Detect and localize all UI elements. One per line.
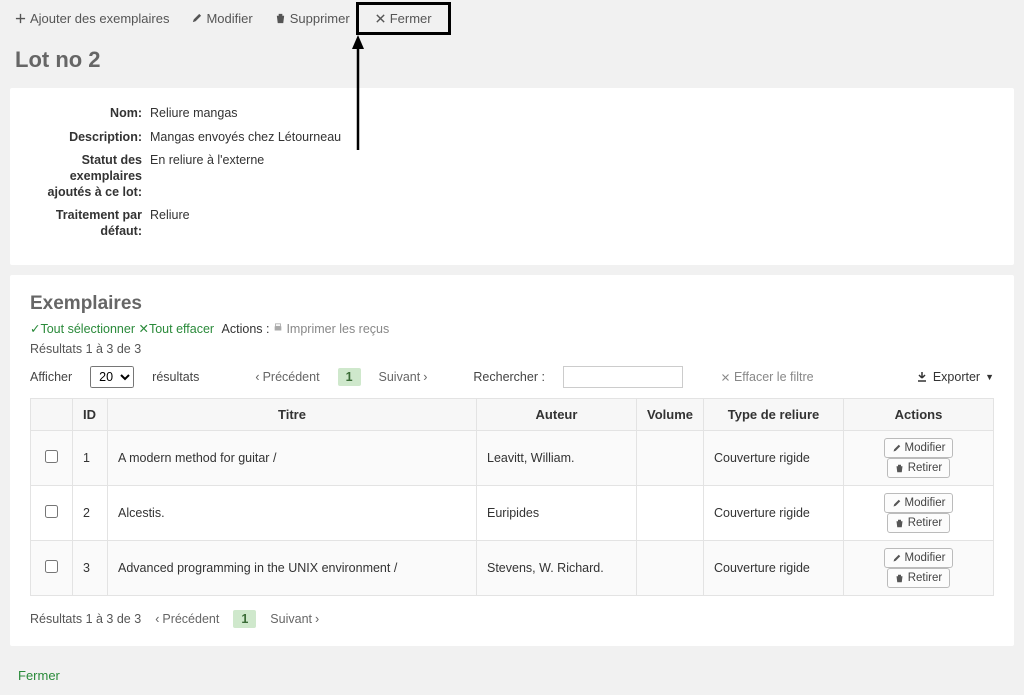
select-all-link[interactable]: ✓Tout sélectionner (30, 322, 135, 336)
cell-id: 1 (73, 431, 108, 486)
delete-label: Supprimer (290, 11, 350, 26)
prev-page-button-bottom[interactable]: ‹ Précédent (155, 612, 219, 626)
description-label: Description: (30, 130, 150, 146)
status-value: En reliure à l'externe (150, 153, 264, 167)
row-checkbox[interactable] (45, 450, 58, 463)
trash-icon (895, 464, 904, 473)
current-page: 1 (338, 368, 361, 386)
add-copies-button[interactable]: Ajouter des exemplaires (15, 11, 169, 26)
download-icon (916, 371, 928, 383)
results-count-top: Résultats 1 à 3 de 3 (30, 342, 994, 356)
row-checkbox[interactable] (45, 505, 58, 518)
row-edit-button[interactable]: Modifier (884, 548, 954, 568)
edit-label: Modifier (206, 11, 252, 26)
row-remove-button[interactable]: Retirer (887, 513, 951, 533)
close-icon (721, 373, 730, 382)
cell-title: Advanced programming in the UNIX environ… (108, 541, 477, 596)
table-row: 2Alcestis.Euripides Couverture rigide Modi… (31, 486, 994, 541)
cell-volume (637, 486, 704, 541)
details-card: Nom: Reliure mangas Description: Mangas … (10, 88, 1014, 265)
items-table: ID Titre Auteur Volume Type de reliure A… (30, 398, 994, 596)
next-page-button-bottom[interactable]: Suivant › (270, 612, 319, 626)
cell-binding: Couverture rigide (704, 541, 844, 596)
row-remove-button[interactable]: Retirer (887, 568, 951, 588)
delete-button[interactable]: Supprimer (275, 11, 350, 26)
col-binding[interactable]: Type de reliure (704, 399, 844, 431)
row-checkbox[interactable] (45, 560, 58, 573)
pencil-icon (892, 499, 901, 508)
cell-volume (637, 431, 704, 486)
col-id[interactable]: ID (73, 399, 108, 431)
footer-close-link[interactable]: Fermer (0, 656, 78, 695)
print-receipts-link[interactable]: Imprimer les reçus (273, 322, 389, 336)
table-row: 3Advanced programming in the UNIX enviro… (31, 541, 994, 596)
close-icon (375, 13, 386, 24)
export-button[interactable]: Exporter ▼ (916, 370, 994, 384)
printer-icon (273, 323, 283, 333)
page-size-select[interactable]: 20 (90, 366, 134, 388)
close-button[interactable]: Fermer (356, 2, 451, 35)
cell-binding: Couverture rigide (704, 431, 844, 486)
search-label: Rechercher : (473, 370, 545, 384)
next-page-button[interactable]: Suivant › (379, 370, 428, 384)
cell-binding: Couverture rigide (704, 486, 844, 541)
pencil-icon (892, 554, 901, 563)
col-checkbox (31, 399, 73, 431)
cell-id: 3 (73, 541, 108, 596)
name-value: Reliure mangas (150, 106, 238, 120)
add-copies-label: Ajouter des exemplaires (30, 11, 169, 26)
items-subactions: ✓Tout sélectionner ✕Tout effacer Actions… (30, 321, 994, 336)
cell-volume (637, 541, 704, 596)
name-label: Nom: (30, 106, 150, 122)
pencil-icon (191, 13, 202, 24)
table-controls: Afficher 20 résultats ‹ Précédent 1 Suiv… (30, 366, 994, 388)
col-title[interactable]: Titre (108, 399, 477, 431)
close-label: Fermer (390, 11, 432, 26)
clear-filter-button[interactable]: Effacer le filtre (721, 370, 814, 384)
status-label: Statut des exemplaires ajoutés à ce lot: (30, 153, 150, 200)
results-count-bottom: Résultats 1 à 3 de 3 (30, 612, 141, 626)
description-value: Mangas envoyés chez Létourneau (150, 130, 341, 144)
table-row: 1A modern method for guitar /Leavitt, Wi… (31, 431, 994, 486)
current-page-bottom: 1 (233, 610, 256, 628)
chevron-down-icon: ▼ (985, 372, 994, 382)
prev-page-button[interactable]: ‹ Précédent (255, 370, 319, 384)
trash-icon (895, 574, 904, 583)
cell-author: Stevens, W. Richard. (477, 541, 637, 596)
plus-icon (15, 13, 26, 24)
trash-icon (895, 519, 904, 528)
cell-id: 2 (73, 486, 108, 541)
pencil-icon (892, 444, 901, 453)
treatment-value: Reliure (150, 208, 190, 222)
row-edit-button[interactable]: Modifier (884, 493, 954, 513)
clear-all-link[interactable]: ✕Tout effacer (138, 322, 214, 336)
search-input[interactable] (563, 366, 683, 388)
cell-title: A modern method for guitar / (108, 431, 477, 486)
col-actions: Actions (844, 399, 994, 431)
actions-label: Actions : (222, 322, 270, 336)
items-title: Exemplaires (30, 293, 994, 315)
bottom-pager: Résultats 1 à 3 de 3 ‹ Précédent 1 Suiva… (30, 610, 994, 628)
treatment-label: Traitement par défaut: (30, 208, 150, 239)
col-author[interactable]: Auteur (477, 399, 637, 431)
cell-author: Euripides (477, 486, 637, 541)
show-label: Afficher (30, 370, 72, 384)
edit-button[interactable]: Modifier (191, 11, 252, 26)
row-remove-button[interactable]: Retirer (887, 458, 951, 478)
trash-icon (275, 13, 286, 24)
page-title: Lot no 2 (0, 37, 1024, 88)
items-card: Exemplaires ✓Tout sélectionner ✕Tout eff… (10, 275, 1014, 646)
cell-title: Alcestis. (108, 486, 477, 541)
row-edit-button[interactable]: Modifier (884, 438, 954, 458)
top-toolbar: Ajouter des exemplaires Modifier Supprim… (0, 0, 1024, 37)
cell-author: Leavitt, William. (477, 431, 637, 486)
results-label: résultats (152, 370, 199, 384)
col-volume[interactable]: Volume (637, 399, 704, 431)
